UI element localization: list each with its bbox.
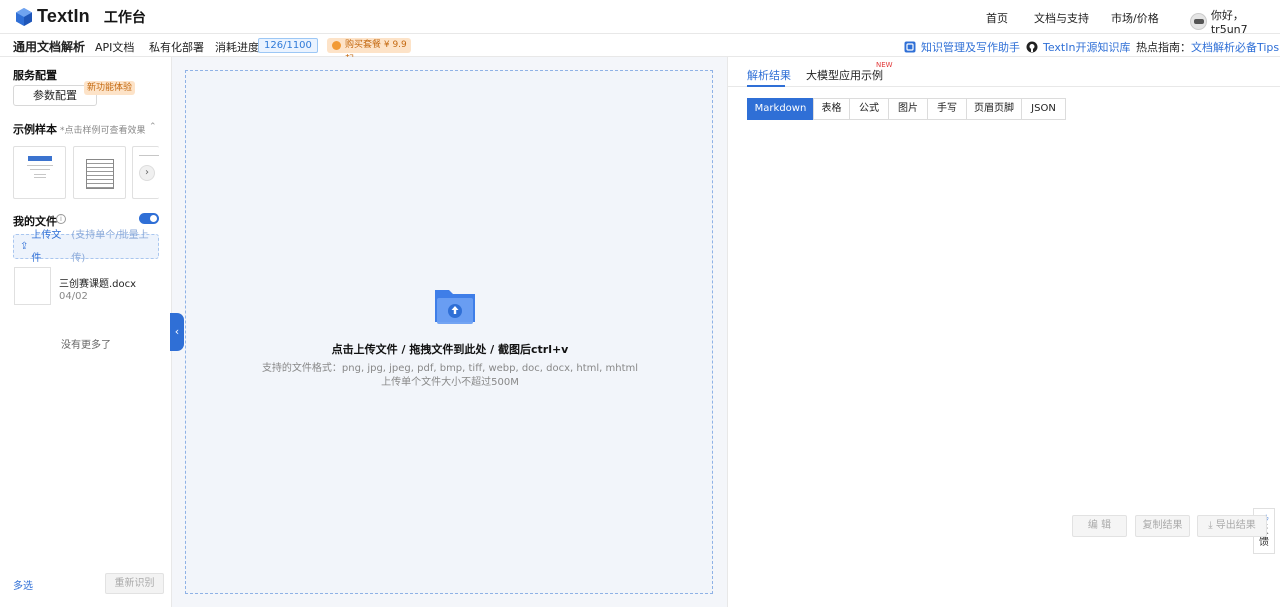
new-badge: NEW (876, 61, 893, 69)
reocr-button[interactable]: 重新识别 (105, 573, 164, 594)
nav-home[interactable]: 首页 (986, 10, 1008, 26)
collapse-left-panel-handle[interactable]: ‹ (170, 313, 184, 351)
samples-hint: *点击样例可查看效果 (60, 126, 146, 136)
sample-thumb-2[interactable] (73, 146, 126, 199)
coin-icon (332, 41, 341, 50)
tab-json[interactable]: JSON (1021, 98, 1066, 120)
github-label: TextIn开源知识库 (1043, 41, 1131, 54)
service-config-title: 服务配置 (13, 69, 57, 82)
download-icon: ⤓ (1208, 520, 1213, 531)
upload-dropzone[interactable]: 点击上传文件 / 拖拽文件到此处 / 截图后ctrl+v 支持的文件格式：png… (185, 70, 713, 594)
file-date: 04/02 (59, 291, 88, 302)
info-icon[interactable]: i (56, 214, 66, 224)
tab-image[interactable]: 图片 (888, 98, 928, 120)
tab-markdown[interactable]: Markdown (747, 98, 814, 120)
multi-select-link[interactable]: 多选 (13, 577, 33, 592)
knowledge-icon (904, 41, 916, 53)
github-link[interactable]: TextIn开源知识库 (1026, 39, 1130, 55)
sub-bar: 通用文档解析 API文档 私有化部署 消耗进度 126/1100 购买套餐 ¥ … (0, 34, 1280, 65)
tab-table[interactable]: 表格 (813, 98, 850, 120)
chevron-right-icon[interactable]: › (139, 165, 155, 181)
usage-badge: 126/1100 (258, 38, 318, 53)
active-tab-indicator (747, 85, 785, 87)
private-deploy-link[interactable]: 私有化部署 (149, 39, 204, 55)
supported-formats: 支持的文件格式：png, jpg, jpeg, pdf, bmp, tiff, … (261, 363, 639, 374)
samples-title: 示例样本 *点击样例可查看效果 (13, 121, 146, 137)
user-greeting: 你好，tr5un7 (1210, 9, 1248, 36)
edit-button[interactable]: 编 辑 (1072, 515, 1127, 537)
export-result-button[interactable]: ⤓ 导出结果 (1197, 515, 1267, 537)
top-bar: TextIn 工作台 首页 文档与支持 市场/价格 你好，tr5un7 (0, 0, 1280, 36)
upload-file-button[interactable]: ⇪ 上传文件 (支持单个/批量上传) (13, 230, 159, 264)
sample-thumb-1[interactable] (13, 146, 66, 199)
tab-handwriting[interactable]: 手写 (927, 98, 967, 120)
format-tabs: Markdown 表格 公式 图片 手写 页眉页脚 JSON (747, 98, 1066, 120)
knowledge-assistant-link[interactable]: 知识管理及写作助手 (904, 39, 1020, 55)
new-feature-tag[interactable]: 新功能体验 (84, 81, 136, 95)
export-label: 导出结果 (1215, 520, 1256, 531)
page-title: 通用文档解析 (13, 40, 86, 54)
tab-parse-result[interactable]: 解析结果 (747, 67, 791, 83)
samples-label: 示例样本 (13, 123, 57, 136)
github-icon (1026, 41, 1038, 53)
folder-upload-icon (435, 290, 475, 324)
knowledge-label: 知识管理及写作助手 (921, 41, 1020, 54)
result-tabs: 解析结果 大模型应用示例 NEW (728, 57, 1280, 87)
cloud-upload-icon: ⇪ (20, 241, 29, 252)
hot-guide[interactable]: 热点指南： 文档解析必备Tips (1136, 39, 1279, 55)
buy-plan-button[interactable]: 购买套餐 ¥ 9.9起 (327, 38, 411, 65)
copy-result-button[interactable]: 复制结果 (1135, 515, 1190, 537)
workspace-title: 工作台 (103, 9, 146, 26)
api-docs-link[interactable]: API文档 (95, 39, 134, 55)
upload-label: 上传文件 (31, 229, 62, 264)
hot-link[interactable]: 文档解析必备Tips (1191, 39, 1279, 55)
logo[interactable]: TextIn 工作台 (14, 6, 146, 27)
textin-logo-icon (16, 7, 32, 26)
tab-formula[interactable]: 公式 (849, 98, 889, 120)
left-panel: 服务配置 参数配置 新功能体验 示例样本 *点击样例可查看效果 ⌃ › 我的文件 … (0, 57, 172, 607)
file-name[interactable]: 三创赛课题.docx (59, 275, 136, 290)
tab-llm-examples[interactable]: 大模型应用示例 (806, 67, 883, 83)
user-menu[interactable]: 你好，tr5un7 (1190, 7, 1280, 36)
nav-market-pricing[interactable]: 市场/价格 (1111, 10, 1159, 26)
nav-docs-support[interactable]: 文档与支持 (1034, 10, 1089, 26)
size-limit: 上传单个文件大小不超过500M (381, 377, 519, 388)
tab-header-footer[interactable]: 页眉页脚 (966, 98, 1022, 120)
drop-title: 点击上传文件 / 拖拽文件到此处 / 截图后ctrl+v (331, 343, 569, 356)
chevron-up-icon[interactable]: ⌃ (149, 122, 157, 132)
usage-label: 消耗进度 (215, 41, 259, 54)
my-files-toggle[interactable] (139, 213, 159, 224)
brand-name: TextIn (37, 6, 90, 26)
no-more-text: 没有更多了 (61, 340, 111, 351)
hot-label: 热点指南： (1136, 41, 1191, 54)
preview-area: 点击上传文件 / 拖拽文件到此处 / 截图后ctrl+v 支持的文件格式：png… (172, 57, 727, 607)
file-thumbnail[interactable] (14, 267, 51, 305)
avatar (1190, 13, 1207, 30)
upload-hint: (支持单个/批量上传) (71, 229, 149, 264)
